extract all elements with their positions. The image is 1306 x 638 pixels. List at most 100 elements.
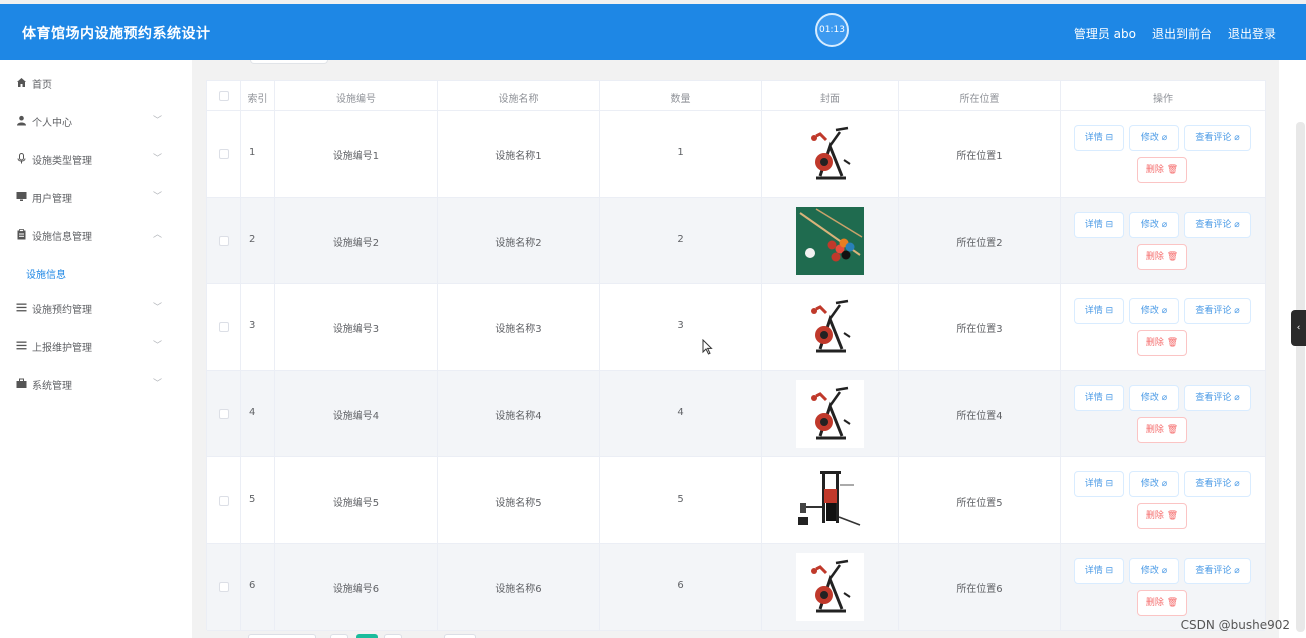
cover-image	[796, 380, 864, 449]
cell-qty: 1	[677, 147, 684, 159]
sidebar-item-maintenance[interactable]: 上报维护管理 ﹀	[0, 327, 192, 365]
detail-button[interactable]: 详情 ⊟	[1074, 471, 1124, 498]
sidebar-item-label: 用户管理	[32, 194, 72, 205]
cover-image	[796, 206, 864, 275]
facility-table: 索引 设施编号 设施名称 数量 封面 所在位置 操作 1 设施编号1 设施名称1 1 所…	[206, 80, 1266, 631]
vertical-scrollbar[interactable]	[1279, 60, 1306, 638]
view-reviews-button[interactable]: 查看评论 ⌀	[1184, 298, 1251, 325]
detail-button[interactable]: 详情 ⊟	[1074, 298, 1124, 325]
row-checkbox[interactable]	[219, 495, 229, 506]
cell-qty: 3	[677, 320, 684, 332]
sidebar-item-system[interactable]: 系统管理 ﹀	[0, 365, 192, 403]
row-checkbox[interactable]	[219, 409, 229, 420]
table-row: 3 设施编号3 设施名称3 3 所在位置3 详情 ⊟ 修改 ⌀ 查看评论 ⌀ 删除 🗑	[207, 284, 1265, 371]
main-content: 索引 设施编号 设施名称 数量 封面 所在位置 操作 1 设施编号1 设施名称1 1 所…	[192, 60, 1279, 638]
cell-location: 所在位置3	[956, 324, 1003, 336]
cell-location: 所在位置2	[956, 237, 1003, 249]
view-reviews-button[interactable]: 查看评论 ⌀	[1184, 384, 1251, 411]
edit-button[interactable]: 修改 ⌀	[1129, 471, 1179, 498]
delete-button[interactable]: 删除 🗑	[1137, 416, 1187, 443]
list-icon	[16, 302, 27, 313]
edit-button[interactable]: 修改 ⌀	[1129, 298, 1179, 325]
next-page-button[interactable]	[384, 634, 402, 638]
detail-button[interactable]: 详情 ⊟	[1074, 125, 1124, 151]
cell-name: 设施名称2	[495, 237, 542, 249]
briefcase-icon	[16, 378, 27, 389]
col-header-name: 设施名称	[498, 94, 539, 105]
cell-code: 设施编号6	[332, 584, 380, 596]
chevron-down-icon: ﹀	[153, 341, 163, 351]
cell-qty: 2	[677, 233, 684, 245]
cell-code: 设施编号1	[332, 151, 380, 163]
view-reviews-button[interactable]: 查看评论 ⌀	[1184, 558, 1251, 584]
row-checkbox[interactable]	[219, 149, 229, 160]
page-1-button[interactable]	[356, 634, 378, 638]
cell-name: 设施名称4	[495, 411, 542, 423]
sidebar-item-facility-info[interactable]: 设施信息管理 ︿	[0, 216, 192, 254]
chevron-up-icon: ︿	[153, 230, 163, 240]
cell-location: 所在位置5	[956, 497, 1003, 509]
table-header: 索引 设施编号 设施名称 数量 封面 所在位置 操作	[207, 81, 1265, 111]
delete-button[interactable]: 删除 🗑	[1137, 330, 1187, 357]
edit-button[interactable]: 修改 ⌀	[1129, 125, 1179, 151]
sidebar-item-home[interactable]: 首页	[0, 64, 192, 102]
delete-button[interactable]: 删除 🗑	[1137, 157, 1187, 183]
edit-button[interactable]: 修改 ⌀	[1129, 211, 1179, 238]
prev-page-button[interactable]	[330, 634, 348, 638]
edit-button[interactable]: 修改 ⌀	[1129, 558, 1179, 584]
row-checkbox[interactable]	[219, 582, 229, 593]
edit-button[interactable]: 修改 ⌀	[1129, 384, 1179, 411]
sidebar-item-booking[interactable]: 设施预约管理 ﹀	[0, 289, 192, 327]
sidebar-item-label: 设施预约管理	[32, 305, 92, 316]
table-row: 5 设施编号5 设施名称5 5 所在位置5 详情 ⊟ 修改 ⌀ 查看评论 ⌀ 删除 🗑	[207, 457, 1265, 544]
app-title: 体育馆场内设施预约系统设计	[22, 26, 211, 42]
view-reviews-button[interactable]: 查看评论 ⌀	[1184, 211, 1251, 238]
mouse-cursor-icon	[702, 339, 713, 355]
table-row: 6 设施编号6 设施名称6 6 所在位置6 详情 ⊟ 修改 ⌀ 查看评论 ⌀ 删除 🗑	[207, 544, 1265, 631]
cell-name: 设施名称6	[495, 584, 542, 596]
select-all-checkbox[interactable]	[219, 91, 229, 101]
cover-image	[796, 293, 864, 362]
cell-index: 3	[249, 320, 256, 332]
cell-qty: 4	[677, 407, 684, 419]
cell-code: 设施编号2	[332, 237, 380, 249]
clipboard-icon	[16, 229, 27, 240]
chevron-down-icon: ﹀	[153, 192, 163, 202]
chevron-down-icon: ﹀	[153, 303, 163, 313]
sidebar-item-label: 设施信息管理	[32, 232, 92, 243]
sidebar-item-label: 首页	[32, 80, 52, 91]
row-checkbox[interactable]	[219, 322, 229, 333]
sidebar-item-personal[interactable]: 个人中心 ﹀	[0, 102, 192, 140]
view-reviews-button[interactable]: 查看评论 ⌀	[1184, 125, 1251, 151]
scrollbar-thumb[interactable]	[1296, 122, 1305, 632]
sidebar-item-facility-type[interactable]: 设施类型管理 ﹀	[0, 140, 192, 178]
cell-location: 所在位置1	[956, 151, 1003, 163]
col-header-qty: 数量	[670, 94, 691, 105]
row-checkbox[interactable]	[219, 235, 229, 246]
col-header-index: 索引	[247, 94, 268, 105]
detail-button[interactable]: 详情 ⊟	[1074, 558, 1124, 584]
delete-button[interactable]: 删除 🗑	[1137, 590, 1187, 616]
detail-button[interactable]: 详情 ⊟	[1074, 384, 1124, 411]
table-row: 1 设施编号1 设施名称1 1 所在位置1 详情 ⊟ 修改 ⌀ 查看评论 ⌀ 删除 🗑	[207, 111, 1265, 198]
watermark: CSDN @bushe902	[1180, 618, 1290, 632]
chevron-down-icon: ﹀	[153, 154, 163, 164]
top-navbar: 体育馆场内设施预约系统设计 01:13 管理员 abo 退出到前台 退出登录	[0, 4, 1306, 60]
cell-code: 设施编号3	[332, 324, 380, 336]
cell-code: 设施编号4	[332, 411, 380, 423]
detail-button[interactable]: 详情 ⊟	[1074, 211, 1124, 238]
sidebar-subitem-facility-info[interactable]: 设施信息	[26, 266, 66, 281]
cell-location: 所在位置6	[956, 584, 1003, 596]
sidebar-item-label: 上报维护管理	[32, 343, 92, 354]
sidebar-item-users[interactable]: 用户管理 ﹀	[0, 178, 192, 216]
cell-index: 2	[249, 233, 256, 245]
col-header-cover: 封面	[820, 94, 840, 105]
view-reviews-button[interactable]: 查看评论 ⌀	[1184, 471, 1251, 498]
back-to-front-link[interactable]: 退出到前台	[1152, 25, 1212, 42]
chevron-left-icon[interactable]: ‹	[1291, 310, 1306, 346]
page-size-select[interactable]	[248, 634, 316, 638]
page-jump-input[interactable]	[444, 634, 476, 638]
logout-link[interactable]: 退出登录	[1228, 25, 1276, 42]
delete-button[interactable]: 删除 🗑	[1137, 503, 1187, 530]
delete-button[interactable]: 删除 🗑	[1137, 243, 1187, 270]
